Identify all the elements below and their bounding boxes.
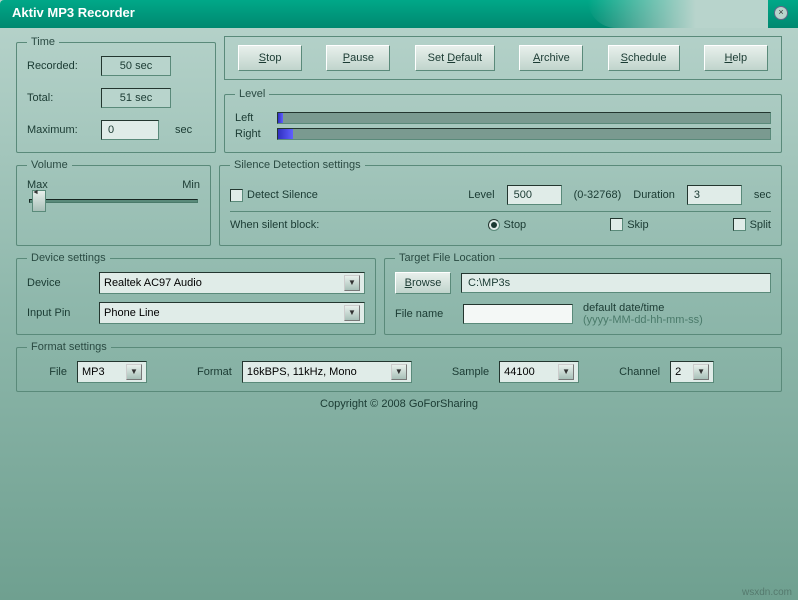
maximum-sec: sec xyxy=(175,124,205,136)
device-select[interactable]: Realtek AC97 Audio ▼ xyxy=(99,272,365,294)
file-select[interactable]: MP3 ▼ xyxy=(77,361,147,383)
titlebar-decoration xyxy=(588,0,768,28)
device-group: Device settings Device Realtek AC97 Audi… xyxy=(16,252,376,335)
file-label: File xyxy=(27,366,67,378)
volume-group: Volume Max Min xyxy=(16,159,211,246)
silence-level-input[interactable] xyxy=(507,185,562,205)
silence-legend: Silence Detection settings xyxy=(230,159,365,171)
sample-select[interactable]: 44100 ▼ xyxy=(499,361,579,383)
total-value: 51 sec xyxy=(101,88,171,108)
inputpin-label: Input Pin xyxy=(27,307,91,319)
level-legend: Level xyxy=(235,88,269,100)
volume-slider[interactable] xyxy=(29,199,198,203)
titlebar[interactable]: Aktiv MP3 Recorder × xyxy=(0,0,798,28)
sample-label: Sample xyxy=(452,366,489,378)
level-group: Level Left Right xyxy=(224,88,782,153)
browse-button[interactable]: Browse xyxy=(395,272,451,294)
footer-copyright: Copyright © 2008 GoForSharing xyxy=(16,392,782,416)
silent-stop-label: Stop xyxy=(504,219,527,231)
when-silent-label: When silent block: xyxy=(230,219,319,231)
schedule-button[interactable]: Schedule xyxy=(608,45,680,71)
device-label: Device xyxy=(27,277,91,289)
maximum-label: Maximum: xyxy=(27,124,97,136)
filename-hint1: default date/time xyxy=(583,302,771,314)
detect-silence-checkbox[interactable] xyxy=(230,189,243,202)
format-select-value: 16kBPS, 11kHz, Mono xyxy=(247,366,357,378)
level-left-label: Left xyxy=(235,112,269,124)
format-legend: Format settings xyxy=(27,341,111,353)
archive-button[interactable]: Archive xyxy=(519,45,583,71)
help-button[interactable]: Help xyxy=(704,45,768,71)
inputpin-select[interactable]: Phone Line ▼ xyxy=(99,302,365,324)
volume-slider-thumb[interactable] xyxy=(32,190,46,212)
format-group: Format settings File MP3 ▼ Format 16kBPS… xyxy=(16,341,782,392)
chevron-down-icon: ▼ xyxy=(344,305,360,321)
volume-min-label: Min xyxy=(182,179,200,191)
time-legend: Time xyxy=(27,36,59,48)
silent-skip-label: Skip xyxy=(627,219,648,231)
pause-button[interactable]: Pause xyxy=(326,45,390,71)
level-right-meter xyxy=(277,128,771,140)
level-right-label: Right xyxy=(235,128,269,140)
main-toolbar: Stop Pause Set Default Archive Schedule … xyxy=(224,36,782,80)
silence-level-label: Level xyxy=(468,189,494,201)
total-label: Total: xyxy=(27,92,97,104)
target-legend: Target File Location xyxy=(395,252,499,264)
format-label: Format xyxy=(197,366,232,378)
silent-split-checkbox[interactable] xyxy=(733,218,746,231)
setdefault-button[interactable]: Set Default xyxy=(415,45,495,71)
silence-duration-input[interactable] xyxy=(687,185,742,205)
filename-hint2: (yyyy-MM-dd-hh-mm-ss) xyxy=(583,314,771,326)
level-left-meter xyxy=(277,112,771,124)
stop-button[interactable]: Stop xyxy=(238,45,302,71)
close-icon[interactable]: × xyxy=(774,6,788,20)
chevron-down-icon: ▼ xyxy=(558,364,574,380)
silence-duration-label: Duration xyxy=(633,189,675,201)
maximum-input[interactable] xyxy=(101,120,159,140)
file-select-value: MP3 xyxy=(82,366,105,378)
inputpin-select-value: Phone Line xyxy=(104,307,160,319)
silence-group: Silence Detection settings Detect Silenc… xyxy=(219,159,782,246)
target-path: C:\MP3s xyxy=(461,273,771,293)
sample-select-value: 44100 xyxy=(504,366,535,378)
watermark: wsxdn.com xyxy=(742,587,792,598)
silent-stop-radio[interactable] xyxy=(488,219,500,231)
channel-label: Channel xyxy=(619,366,660,378)
chevron-down-icon: ▼ xyxy=(126,364,142,380)
app-title: Aktiv MP3 Recorder xyxy=(0,0,147,25)
recorded-label: Recorded: xyxy=(27,60,97,72)
app-window: Aktiv MP3 Recorder × Time Recorded: 50 s… xyxy=(0,0,798,600)
device-select-value: Realtek AC97 Audio xyxy=(104,277,202,289)
silent-skip-checkbox[interactable] xyxy=(610,218,623,231)
device-legend: Device settings xyxy=(27,252,110,264)
chevron-down-icon: ▼ xyxy=(693,364,709,380)
silent-split-label: Split xyxy=(750,219,771,231)
format-select[interactable]: 16kBPS, 11kHz, Mono ▼ xyxy=(242,361,412,383)
recorded-value: 50 sec xyxy=(101,56,171,76)
silence-duration-sec: sec xyxy=(754,189,771,201)
silence-level-range: (0-32768) xyxy=(574,189,622,201)
channel-select-value: 2 xyxy=(675,366,681,378)
chevron-down-icon: ▼ xyxy=(344,275,360,291)
chevron-down-icon: ▼ xyxy=(391,364,407,380)
filename-label: File name xyxy=(395,308,453,320)
channel-select[interactable]: 2 ▼ xyxy=(670,361,714,383)
detect-silence-label: Detect Silence xyxy=(247,189,318,201)
time-group: Time Recorded: 50 sec Total: 51 sec Maxi… xyxy=(16,36,216,153)
target-group: Target File Location Browse C:\MP3s File… xyxy=(384,252,782,335)
volume-legend: Volume xyxy=(27,159,72,171)
filename-input[interactable] xyxy=(463,304,573,324)
